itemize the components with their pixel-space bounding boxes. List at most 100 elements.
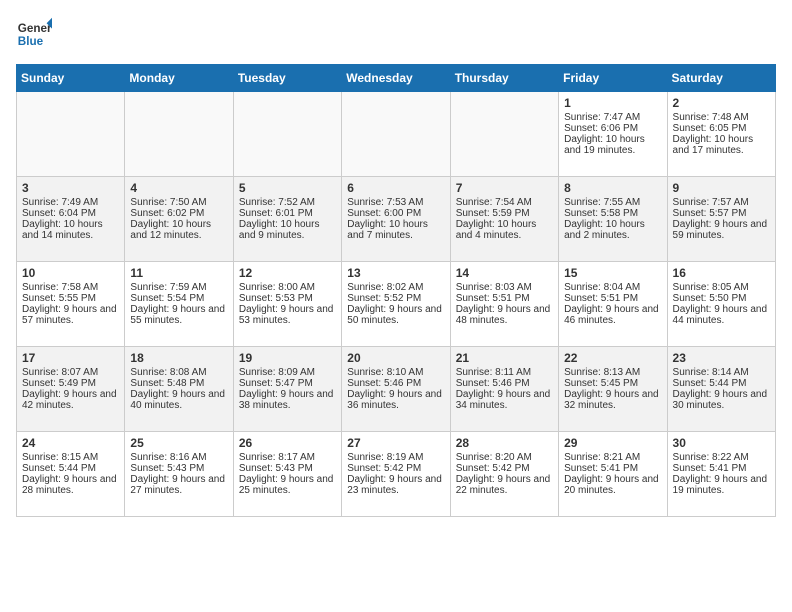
day-info: Sunset: 5:49 PM bbox=[22, 378, 119, 389]
day-number: 16 bbox=[673, 266, 770, 280]
calendar-cell: 5Sunrise: 7:52 AMSunset: 6:01 PMDaylight… bbox=[233, 177, 341, 262]
logo: General Blue bbox=[16, 16, 52, 52]
day-info: Sunrise: 8:08 AM bbox=[130, 367, 227, 378]
day-info: Daylight: 9 hours and 48 minutes. bbox=[456, 304, 553, 326]
day-info: Daylight: 10 hours and 2 minutes. bbox=[564, 219, 661, 241]
calendar-week-3: 10Sunrise: 7:58 AMSunset: 5:55 PMDayligh… bbox=[17, 262, 776, 347]
day-info: Daylight: 10 hours and 9 minutes. bbox=[239, 219, 336, 241]
calendar-cell: 9Sunrise: 7:57 AMSunset: 5:57 PMDaylight… bbox=[667, 177, 775, 262]
calendar-cell: 12Sunrise: 8:00 AMSunset: 5:53 PMDayligh… bbox=[233, 262, 341, 347]
day-info: Daylight: 10 hours and 7 minutes. bbox=[347, 219, 444, 241]
calendar-cell: 27Sunrise: 8:19 AMSunset: 5:42 PMDayligh… bbox=[342, 432, 450, 517]
day-number: 5 bbox=[239, 181, 336, 195]
day-info: Daylight: 10 hours and 12 minutes. bbox=[130, 219, 227, 241]
day-info: Sunset: 5:46 PM bbox=[456, 378, 553, 389]
day-info: Daylight: 9 hours and 59 minutes. bbox=[673, 219, 770, 241]
day-info: Sunset: 6:01 PM bbox=[239, 208, 336, 219]
calendar-cell: 20Sunrise: 8:10 AMSunset: 5:46 PMDayligh… bbox=[342, 347, 450, 432]
day-info: Daylight: 10 hours and 4 minutes. bbox=[456, 219, 553, 241]
day-number: 11 bbox=[130, 266, 227, 280]
day-number: 29 bbox=[564, 436, 661, 450]
day-number: 8 bbox=[564, 181, 661, 195]
day-info: Daylight: 9 hours and 55 minutes. bbox=[130, 304, 227, 326]
day-info: Sunrise: 7:54 AM bbox=[456, 197, 553, 208]
day-info: Sunrise: 7:55 AM bbox=[564, 197, 661, 208]
day-number: 9 bbox=[673, 181, 770, 195]
day-info: Sunset: 5:57 PM bbox=[673, 208, 770, 219]
day-info: Sunrise: 8:10 AM bbox=[347, 367, 444, 378]
day-info: Sunset: 5:43 PM bbox=[239, 463, 336, 474]
weekday-header-thursday: Thursday bbox=[450, 65, 558, 92]
day-info: Daylight: 9 hours and 30 minutes. bbox=[673, 389, 770, 411]
day-number: 21 bbox=[456, 351, 553, 365]
weekday-header-monday: Monday bbox=[125, 65, 233, 92]
day-info: Sunset: 6:00 PM bbox=[347, 208, 444, 219]
day-info: Sunrise: 7:53 AM bbox=[347, 197, 444, 208]
day-info: Sunrise: 8:07 AM bbox=[22, 367, 119, 378]
calendar-cell bbox=[233, 92, 341, 177]
day-info: Daylight: 9 hours and 44 minutes. bbox=[673, 304, 770, 326]
calendar-cell: 16Sunrise: 8:05 AMSunset: 5:50 PMDayligh… bbox=[667, 262, 775, 347]
day-info: Daylight: 9 hours and 50 minutes. bbox=[347, 304, 444, 326]
day-info: Sunrise: 8:02 AM bbox=[347, 282, 444, 293]
calendar-cell: 17Sunrise: 8:07 AMSunset: 5:49 PMDayligh… bbox=[17, 347, 125, 432]
calendar-cell: 15Sunrise: 8:04 AMSunset: 5:51 PMDayligh… bbox=[559, 262, 667, 347]
day-info: Daylight: 9 hours and 36 minutes. bbox=[347, 389, 444, 411]
day-info: Sunset: 6:02 PM bbox=[130, 208, 227, 219]
day-info: Sunrise: 8:17 AM bbox=[239, 452, 336, 463]
day-number: 27 bbox=[347, 436, 444, 450]
day-info: Sunrise: 8:03 AM bbox=[456, 282, 553, 293]
day-info: Sunset: 5:45 PM bbox=[564, 378, 661, 389]
day-info: Sunset: 5:41 PM bbox=[673, 463, 770, 474]
day-info: Sunrise: 8:04 AM bbox=[564, 282, 661, 293]
day-info: Daylight: 10 hours and 17 minutes. bbox=[673, 134, 770, 156]
day-number: 15 bbox=[564, 266, 661, 280]
weekday-header-friday: Friday bbox=[559, 65, 667, 92]
calendar-cell: 6 Sunrise: 7:53 AMSunset: 6:00 PMDaylight… bbox=[342, 177, 450, 262]
day-info: Daylight: 10 hours and 19 minutes. bbox=[564, 134, 661, 156]
page-header: General Blue bbox=[16, 16, 776, 52]
day-info: Sunset: 5:58 PM bbox=[564, 208, 661, 219]
day-info: Sunrise: 7:59 AM bbox=[130, 282, 227, 293]
day-info: Sunrise: 8:05 AM bbox=[673, 282, 770, 293]
calendar-cell bbox=[342, 92, 450, 177]
day-info: Sunset: 5:51 PM bbox=[456, 293, 553, 304]
day-number: 13 bbox=[347, 266, 444, 280]
calendar-cell bbox=[17, 92, 125, 177]
day-info: Sunset: 5:52 PM bbox=[347, 293, 444, 304]
calendar-week-4: 17Sunrise: 8:07 AMSunset: 5:49 PMDayligh… bbox=[17, 347, 776, 432]
day-info: Sunrise: 8:19 AM bbox=[347, 452, 444, 463]
day-info: Sunset: 5:44 PM bbox=[673, 378, 770, 389]
calendar-cell: 23Sunrise: 8:14 AMSunset: 5:44 PMDayligh… bbox=[667, 347, 775, 432]
calendar-cell: 13 Sunrise: 8:02 AMSunset: 5:52 PMDayligh… bbox=[342, 262, 450, 347]
day-info: Sunset: 6:04 PM bbox=[22, 208, 119, 219]
day-number: 3 bbox=[22, 181, 119, 195]
day-number: 14 bbox=[456, 266, 553, 280]
day-info: Sunrise: 7:48 AM bbox=[673, 112, 770, 123]
svg-text:General: General bbox=[18, 22, 52, 35]
day-number: 25 bbox=[130, 436, 227, 450]
day-number: 18 bbox=[130, 351, 227, 365]
day-info: Sunrise: 8:20 AM bbox=[456, 452, 553, 463]
day-info: Daylight: 9 hours and 46 minutes. bbox=[564, 304, 661, 326]
calendar-week-2: 3 Sunrise: 7:49 AMSunset: 6:04 PM Daylight… bbox=[17, 177, 776, 262]
day-number: 6 bbox=[347, 181, 444, 195]
calendar-cell: 25Sunrise: 8:16 AMSunset: 5:43 PMDayligh… bbox=[125, 432, 233, 517]
day-info: Sunrise: 7:58 AM bbox=[22, 282, 119, 293]
day-info: Sunset: 5:59 PM bbox=[456, 208, 553, 219]
day-info: Sunset: 5:55 PM bbox=[22, 293, 119, 304]
calendar-cell: 28Sunrise: 8:20 AMSunset: 5:42 PMDayligh… bbox=[450, 432, 558, 517]
day-info: Sunset: 5:54 PM bbox=[130, 293, 227, 304]
day-info: Sunrise: 7:50 AM bbox=[130, 197, 227, 208]
weekday-header-saturday: Saturday bbox=[667, 65, 775, 92]
day-info: Sunset: 5:53 PM bbox=[239, 293, 336, 304]
day-info: Sunrise: 8:16 AM bbox=[130, 452, 227, 463]
calendar-cell: 29Sunrise: 8:21 AMSunset: 5:41 PMDayligh… bbox=[559, 432, 667, 517]
calendar-cell: 8 Sunrise: 7:55 AMSunset: 5:58 PMDaylight… bbox=[559, 177, 667, 262]
day-info: Sunset: 6:05 PM bbox=[673, 123, 770, 134]
day-info: Sunrise: 8:21 AM bbox=[564, 452, 661, 463]
day-info: Daylight: 9 hours and 25 minutes. bbox=[239, 474, 336, 496]
day-info: Sunrise: 7:49 AM bbox=[22, 197, 119, 208]
calendar-cell: 7Sunrise: 7:54 AMSunset: 5:59 PMDaylight… bbox=[450, 177, 558, 262]
day-info: Sunset: 5:48 PM bbox=[130, 378, 227, 389]
